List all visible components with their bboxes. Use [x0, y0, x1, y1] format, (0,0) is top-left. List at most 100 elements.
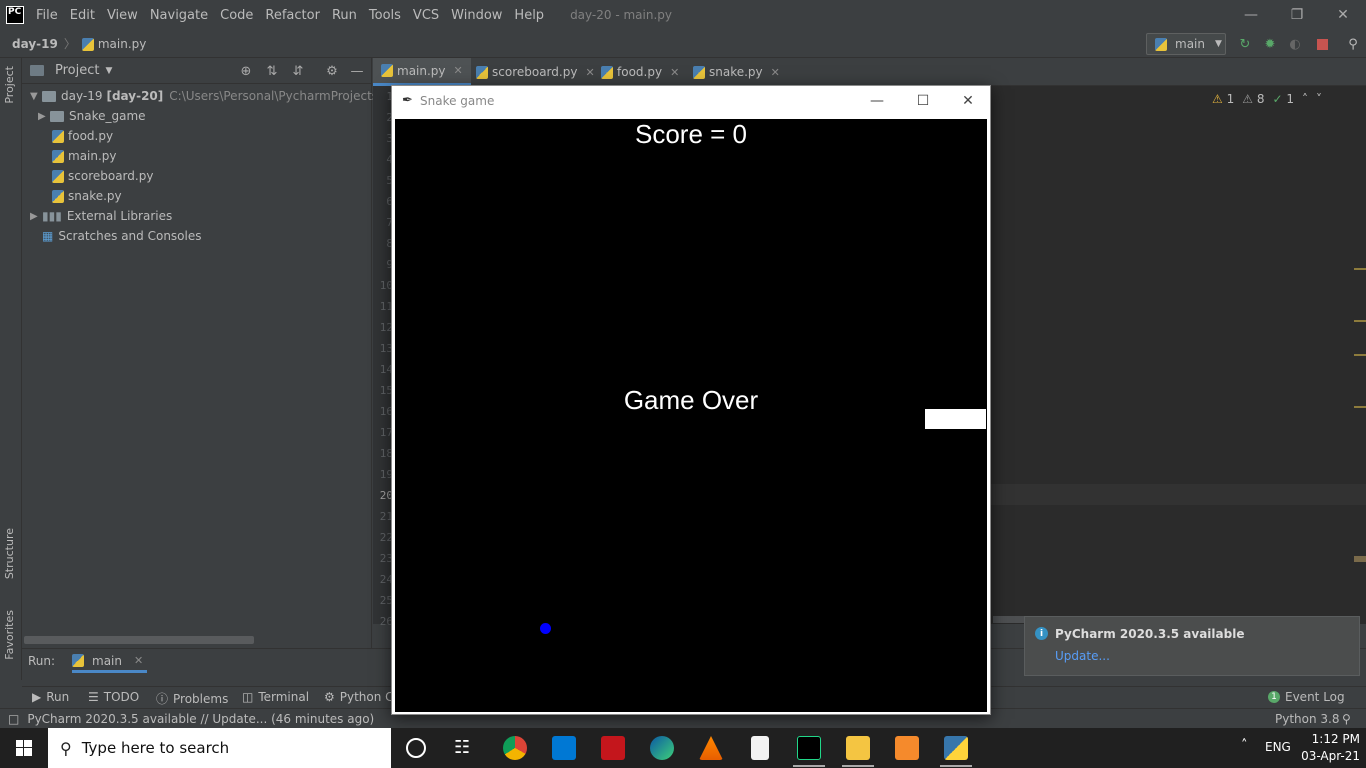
tree-item-scratches[interactable]: ▦ Scratches and Consoles	[42, 226, 201, 246]
breadcrumb-file[interactable]: main.py	[81, 37, 146, 51]
close-icon[interactable]: ✕	[670, 66, 679, 79]
update-link[interactable]: Update...	[1055, 649, 1110, 663]
snake-close-button[interactable]: ✕	[945, 86, 991, 116]
error-stripe-mark[interactable]	[1354, 354, 1366, 356]
menu-code[interactable]: Code	[220, 8, 253, 23]
line-number: 3	[386, 132, 393, 145]
tool-tab-label: TODO	[103, 690, 140, 704]
tree-item-main[interactable]: main.py	[52, 146, 117, 166]
tree-item-external-libraries[interactable]: ▶ ▮▮▮ External Libraries	[30, 206, 172, 226]
close-icon[interactable]: ✕	[771, 66, 780, 79]
snake-minimize-button[interactable]: —	[854, 86, 900, 116]
tree-item-scoreboard[interactable]: scoreboard.py	[52, 166, 153, 186]
chevron-down-icon[interactable]: ˅	[1316, 92, 1322, 106]
task-view-icon[interactable]: ☷	[454, 737, 470, 758]
vscode-icon[interactable]	[552, 736, 576, 760]
run-tab-main[interactable]: main ✕	[72, 651, 148, 673]
file-explorer-icon[interactable]	[846, 736, 870, 760]
close-icon: ✕	[962, 93, 974, 109]
menu-view[interactable]: View	[107, 8, 138, 23]
chevron-up-icon[interactable]: ˄	[1302, 92, 1308, 106]
breadcrumb-project[interactable]: day-19	[12, 37, 58, 51]
line-number: 22	[379, 531, 393, 544]
menu-run[interactable]: Run	[332, 8, 357, 23]
python-file-icon	[52, 149, 64, 163]
tab-main-py[interactable]: main.py ✕	[373, 58, 471, 86]
app-icon[interactable]	[895, 736, 919, 760]
gear-icon[interactable]: ⚙	[324, 63, 340, 79]
minimize-button[interactable]: —	[1228, 0, 1274, 30]
close-icon[interactable]: ✕	[134, 654, 143, 667]
tab-snake-py[interactable]: snake.py ✕	[685, 58, 788, 86]
start-button[interactable]	[0, 728, 48, 768]
tray-chevron-up-icon[interactable]: ˄	[1241, 738, 1248, 753]
menu-tools[interactable]: Tools	[369, 8, 401, 23]
collapse-all-icon[interactable]: ⇵	[290, 63, 306, 79]
python-file-icon	[601, 65, 613, 79]
tab-scoreboard-py[interactable]: scoreboard.py ✕	[468, 58, 603, 86]
rerun-icon[interactable]: ↻	[1237, 36, 1253, 52]
game-canvas[interactable]: Score = 0 Game Over	[395, 119, 987, 712]
restore-button[interactable]: ❐	[1274, 0, 1320, 30]
chevron-down-icon[interactable]: ▼	[105, 66, 112, 76]
project-panel-title[interactable]: Project	[55, 63, 99, 78]
error-stripe-mark[interactable]	[1354, 406, 1366, 408]
snake-window-titlebar[interactable]: ✒ Snake game — ☐ ✕	[392, 86, 990, 116]
tool-tab-python-console[interactable]: ⚙ Python Co	[324, 690, 401, 704]
search-icon[interactable]: ⚲	[1345, 36, 1361, 52]
inspection-widget[interactable]: ⚠ 1 ⚠ 8 ✓ 1 ˄ ˅	[1212, 92, 1322, 106]
tree-item-food[interactable]: food.py	[52, 126, 113, 146]
coverage-icon[interactable]: ◐	[1287, 36, 1303, 52]
close-icon[interactable]: ✕	[454, 64, 463, 77]
menu-window[interactable]: Window	[451, 8, 502, 23]
acrobat-icon[interactable]	[601, 736, 625, 760]
run-config-select[interactable]: main ▼	[1146, 33, 1226, 55]
menu-edit[interactable]: Edit	[70, 8, 95, 23]
tab-favorites[interactable]: Favorites	[3, 610, 16, 660]
tree-item-label: scoreboard.py	[68, 169, 154, 183]
tool-tab-terminal[interactable]: ◫ Terminal	[242, 690, 309, 704]
tool-tab-event-log[interactable]: 1 Event Log	[1268, 690, 1345, 704]
tool-tab-todo[interactable]: ☰ TODO	[88, 690, 139, 704]
expand-all-icon[interactable]: ⇅	[264, 63, 280, 79]
horizontal-scrollbar[interactable]	[24, 636, 254, 644]
tool-tab-problems[interactable]: ⓘ Problems	[156, 690, 228, 707]
python-file-icon	[52, 169, 64, 183]
score-label: Score = 0	[634, 119, 747, 149]
tree-item-snake-game[interactable]: ▶ Snake_game	[38, 106, 146, 126]
tool-tab-run[interactable]: ▶ Run	[32, 690, 69, 704]
cortana-icon[interactable]	[406, 738, 426, 758]
menu-file[interactable]: File	[36, 8, 58, 23]
close-button[interactable]: ✕	[1320, 0, 1366, 30]
python-taskbar-icon[interactable]	[944, 736, 968, 760]
error-stripe-mark[interactable]	[1354, 268, 1366, 270]
play-icon: ▶	[32, 690, 42, 704]
chrome-icon[interactable]	[503, 736, 527, 760]
status-message[interactable]: PyCharm 2020.3.5 available // Update... …	[27, 712, 374, 726]
vlc-icon[interactable]	[699, 736, 723, 760]
menu-help[interactable]: Help	[514, 8, 544, 23]
edge-icon[interactable]	[650, 736, 674, 760]
menu-refactor[interactable]: Refactor	[265, 8, 320, 23]
tree-item-snake[interactable]: snake.py	[52, 186, 122, 206]
tab-structure[interactable]: Structure	[3, 528, 16, 579]
snake-maximize-button[interactable]: ☐	[900, 86, 946, 116]
scroll-thumb[interactable]	[1354, 556, 1366, 562]
notepad-icon[interactable]	[751, 736, 769, 760]
debug-icon[interactable]: ✹	[1262, 36, 1278, 52]
tab-food-py[interactable]: food.py ✕	[593, 58, 687, 86]
pycharm-taskbar-icon[interactable]	[797, 736, 821, 760]
interpreter-label[interactable]: Python 3.8	[1275, 712, 1340, 726]
stop-icon[interactable]	[1314, 36, 1330, 52]
hide-panel-icon[interactable]: —	[349, 63, 365, 79]
menu-navigate[interactable]: Navigate	[150, 8, 208, 23]
tree-root[interactable]: ▼ day-19 [day-20] C:\Users\Personal\Pych…	[30, 86, 416, 106]
taskbar-search-input[interactable]: ⚲ Type here to search	[48, 728, 391, 768]
language-indicator[interactable]: ENG	[1265, 740, 1291, 754]
system-clock[interactable]: 1:12 PM 03-Apr-21	[1301, 731, 1360, 765]
menu-vcs[interactable]: VCS	[413, 8, 439, 23]
tab-project[interactable]: Project	[3, 66, 16, 104]
error-stripe-mark[interactable]	[1354, 320, 1366, 322]
line-number: 6	[386, 195, 393, 208]
locate-icon[interactable]: ⊕	[238, 63, 254, 79]
